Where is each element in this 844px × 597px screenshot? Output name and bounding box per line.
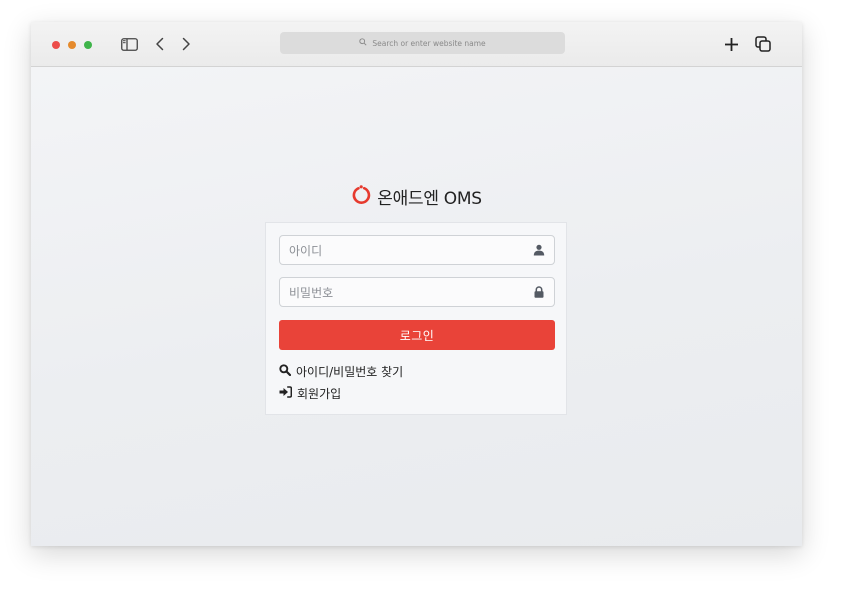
zoom-window-button[interactable] xyxy=(84,41,92,49)
lock-icon xyxy=(533,286,545,298)
brand-header: 온애드엔 OMS xyxy=(31,184,802,209)
close-window-button[interactable] xyxy=(52,41,60,49)
login-card: 아이디 비밀번호 로그인 아이디/비밀번호 찾기 회원가입 xyxy=(265,222,567,415)
password-placeholder: 비밀번호 xyxy=(289,285,334,300)
address-bar[interactable]: Search or enter website name xyxy=(280,32,565,54)
find-account-label: 아이디/비밀번호 찾기 xyxy=(296,365,404,379)
password-field[interactable]: 비밀번호 xyxy=(279,277,555,307)
page-content: 온애드엔 OMS 아이디 비밀번호 로그인 아이디/비밀번호 찾기 회원가입 xyxy=(31,67,802,546)
search-icon xyxy=(279,364,292,379)
forward-icon[interactable] xyxy=(176,34,196,54)
find-account-link[interactable]: 아이디/비밀번호 찾기 xyxy=(279,363,403,380)
brand-name: 온애드엔 OMS xyxy=(377,189,482,209)
search-icon xyxy=(359,38,367,48)
minimize-window-button[interactable] xyxy=(68,41,76,49)
plus-icon[interactable] xyxy=(721,34,741,54)
username-field[interactable]: 아이디 xyxy=(279,235,555,265)
signup-link[interactable]: 회원가입 xyxy=(279,385,341,402)
back-icon[interactable] xyxy=(150,34,170,54)
sign-in-icon xyxy=(279,386,293,401)
user-icon xyxy=(533,244,545,256)
address-placeholder: Search or enter website name xyxy=(372,38,486,48)
signup-label: 회원가입 xyxy=(297,387,342,401)
tabs-icon[interactable] xyxy=(753,34,773,54)
browser-window: Search or enter website name 온애드엔 OMS 아이… xyxy=(31,22,802,546)
login-button[interactable]: 로그인 xyxy=(279,320,555,350)
username-placeholder: 아이디 xyxy=(289,243,323,258)
browser-toolbar: Search or enter website name xyxy=(31,22,802,67)
sidebar-icon[interactable] xyxy=(119,34,139,54)
ring-logo-icon xyxy=(351,184,371,209)
